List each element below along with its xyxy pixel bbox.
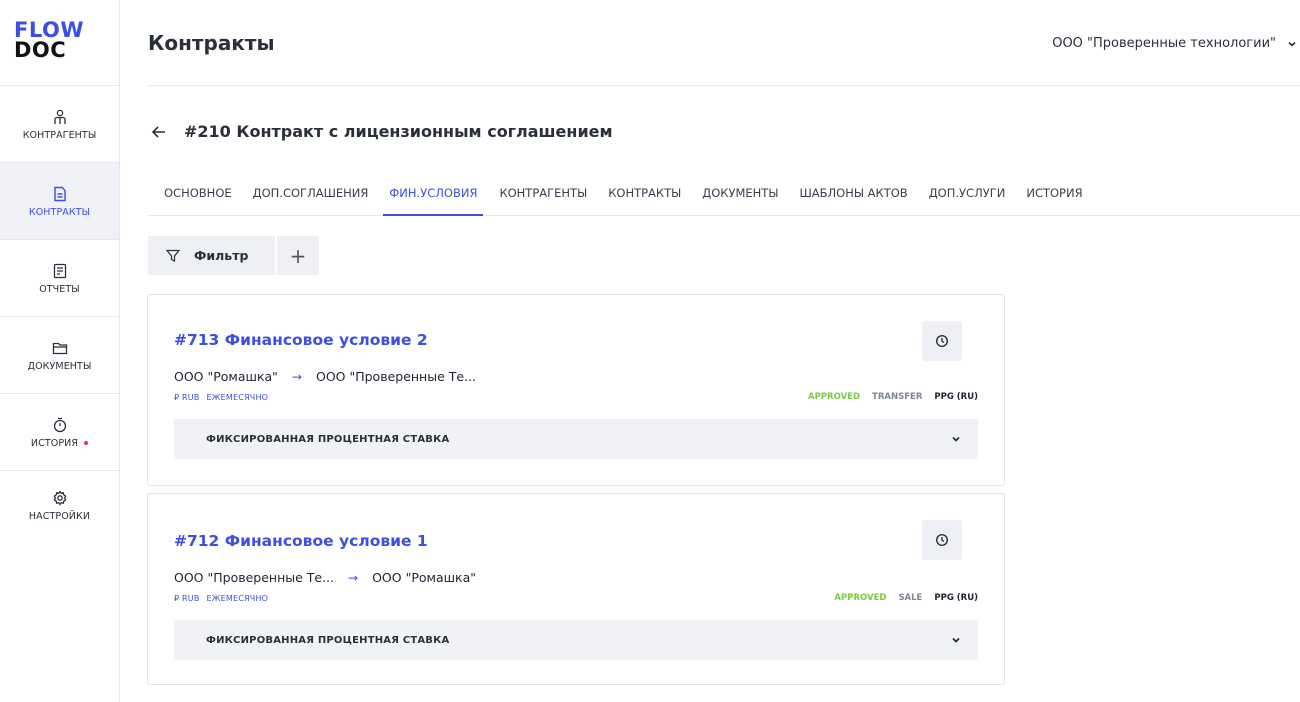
accordion-label: ФИКСИРОВАННАЯ ПРОЦЕНТНАЯ СТАВКА [206, 433, 450, 445]
filter-label: Фильтр [194, 248, 249, 263]
sidebar: FLOW DOC КОНТРАГЕНТЫ КОНТРАКТЫ ОТЧЕТЫ ДО… [0, 0, 120, 702]
sidebar-item-history[interactable]: ИСТОРИЯ [0, 394, 119, 471]
user-icon [51, 108, 69, 126]
period: ЕЖЕМЕСЯЧНО [206, 594, 269, 603]
organization-select[interactable]: ООО "Проверенные технологии" [1052, 36, 1298, 51]
sidebar-item-documents[interactable]: ДОКУМЕНТЫ [0, 317, 119, 394]
party-from: ООО "Ромашка" [174, 369, 278, 384]
tab-act-templates[interactable]: ШАБЛОНЫ АКТОВ [799, 176, 907, 216]
sidebar-item-reports[interactable]: ОТЧЕТЫ [0, 240, 119, 317]
code-badge: PPG (RU) [934, 392, 978, 402]
tab-history[interactable]: ИСТОРИЯ [1026, 176, 1082, 216]
document-icon [51, 185, 69, 203]
tab-main[interactable]: ОСНОВНОЕ [164, 176, 232, 216]
history-button[interactable] [922, 321, 962, 361]
arrow-right-icon: → [348, 570, 359, 585]
condition-meta: ₽ RUB ЕЖЕМЕСЯЧНО [174, 393, 275, 402]
page-title: Контракты [148, 31, 275, 55]
sidebar-item-settings[interactable]: НАСТРОЙКИ [0, 471, 119, 551]
sidebar-item-label: ИСТОРИЯ [30, 437, 89, 449]
condition-tags: APPROVED TRANSFER PPG (RU) [808, 392, 978, 402]
stopwatch-icon [51, 416, 69, 434]
filter-toolbar: Фильтр + [148, 236, 319, 275]
tab-additional-services[interactable]: ДОП.УСЛУГИ [929, 176, 1006, 216]
tab-contracts[interactable]: КОНТРАКТЫ [608, 176, 681, 216]
condition-parties: ООО "Ромашка" → ООО "Проверенные Те... [174, 369, 476, 384]
sidebar-item-label: НАСТРОЙКИ [28, 511, 91, 522]
condition-meta: ₽ RUB ЕЖЕМЕСЯЧНО [174, 594, 275, 603]
clock-icon [935, 533, 949, 547]
status-badge: APPROVED [834, 593, 887, 603]
tab-supplementary-agreements[interactable]: ДОП.СОГЛАШЕНИЯ [253, 176, 369, 216]
financial-condition-card: #712 Финансовое условие 1 ООО "Проверенн… [147, 493, 1005, 685]
condition-parties: ООО "Проверенные Те... → ООО "Ромашка" [174, 570, 476, 585]
logo-line-1: FLOW [14, 18, 84, 42]
tab-financial-conditions[interactable]: ФИН.УСЛОВИЯ [383, 176, 484, 216]
party-to: ООО "Проверенные Те... [315, 369, 477, 384]
sidebar-item-label: КОНТРАКТЫ [28, 206, 91, 218]
condition-title[interactable]: #713 Финансовое условие 2 [174, 331, 428, 349]
sidebar-item-label: ОТЧЕТЫ [39, 283, 80, 295]
add-button[interactable]: + [277, 236, 319, 275]
sidebar-item-contracts[interactable]: КОНТРАКТЫ [0, 163, 119, 240]
logo-line-2: DOC [14, 38, 67, 62]
code-badge: PPG (RU) [934, 593, 978, 603]
tab-documents[interactable]: ДОКУМЕНТЫ [702, 176, 778, 216]
contract-heading: #210 Контракт с лицензионным соглашением [150, 122, 613, 141]
type-badge: SALE [898, 593, 923, 603]
notification-dot [84, 441, 89, 445]
accordion-label: ФИКСИРОВАННАЯ ПРОЦЕНТНАЯ СТАВКА [206, 634, 450, 646]
tab-counterparties[interactable]: КОНТРАГЕНТЫ [499, 176, 587, 216]
period: ЕЖЕМЕСЯЧНО [206, 393, 269, 402]
logo[interactable]: FLOW DOC [0, 0, 119, 86]
tab-bar: ОСНОВНОЕ ДОП.СОГЛАШЕНИЯ ФИН.УСЛОВИЯ КОНТ… [148, 176, 1300, 216]
filter-icon [166, 249, 180, 262]
party-to: ООО "Ромашка" [372, 570, 477, 585]
sidebar-item-label: ДОКУМЕНТЫ [27, 360, 92, 372]
folder-icon [51, 339, 69, 357]
back-arrow-icon[interactable] [150, 123, 168, 141]
condition-tags: APPROVED SALE PPG (RU) [834, 593, 978, 603]
organization-name: ООО "Проверенные технологии" [1052, 36, 1276, 51]
top-header: Контракты ООО "Проверенные технологии" [148, 0, 1300, 86]
sidebar-item-label: КОНТРАГЕНТЫ [22, 129, 97, 141]
arrow-right-icon: → [291, 369, 302, 384]
rate-accordion[interactable]: ФИКСИРОВАННАЯ ПРОЦЕНТНАЯ СТАВКА [174, 419, 978, 459]
contract-title: #210 Контракт с лицензионным соглашением [184, 122, 613, 141]
type-badge: TRANSFER [872, 392, 923, 402]
sidebar-item-label-text: ИСТОРИЯ [30, 437, 79, 449]
gear-icon [51, 489, 69, 507]
condition-title[interactable]: #712 Финансовое условие 1 [174, 532, 428, 550]
currency: ₽ RUB [174, 393, 200, 402]
filter-button[interactable]: Фильтр [148, 236, 275, 275]
financial-condition-card: #713 Финансовое условие 2 ООО "Ромашка" … [147, 294, 1005, 486]
currency: ₽ RUB [174, 594, 200, 603]
chevron-down-icon [1288, 41, 1296, 47]
history-button[interactable] [922, 520, 962, 560]
status-badge: APPROVED [808, 392, 861, 402]
clock-icon [935, 334, 949, 348]
chevron-down-icon [952, 436, 960, 442]
party-from: ООО "Проверенные Те... [174, 570, 335, 585]
sidebar-item-counterparties[interactable]: КОНТРАГЕНТЫ [0, 86, 119, 163]
chevron-down-icon [952, 637, 960, 643]
rate-accordion[interactable]: ФИКСИРОВАННАЯ ПРОЦЕНТНАЯ СТАВКА [174, 620, 978, 660]
report-icon [51, 262, 69, 280]
